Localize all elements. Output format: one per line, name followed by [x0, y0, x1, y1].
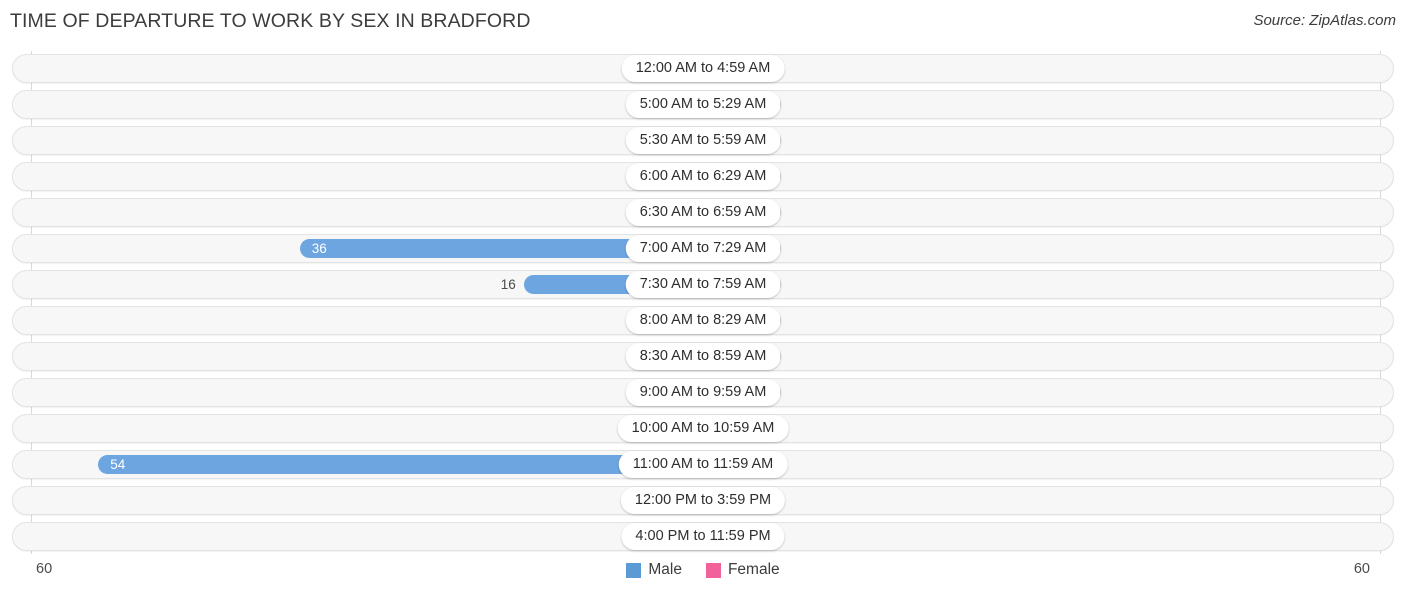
chart-row: 009:00 AM to 9:59 AM	[0, 375, 1406, 411]
chart-row: 006:00 AM to 6:29 AM	[0, 159, 1406, 195]
category-label-pill: 10:00 AM to 10:59 AM	[617, 415, 789, 442]
chart-row: 004:00 PM to 11:59 PM	[0, 519, 1406, 555]
chart-row: 005:00 AM to 5:29 AM	[0, 87, 1406, 123]
category-label-pill: 8:30 AM to 8:59 AM	[625, 343, 781, 370]
category-label-pill: 5:30 AM to 5:59 AM	[625, 127, 781, 154]
bar-value-male: 36	[311, 241, 327, 256]
category-label-pill: 12:00 PM to 3:59 PM	[620, 487, 786, 514]
category-label-pill: 6:30 AM to 6:59 AM	[625, 199, 781, 226]
bar-value-male: 16	[500, 277, 516, 292]
chart-row: 3607:00 AM to 7:29 AM	[0, 231, 1406, 267]
chart-row: 006:30 AM to 6:59 AM	[0, 195, 1406, 231]
legend-swatch-icon	[705, 562, 721, 578]
legend-label: Male	[648, 561, 682, 578]
category-label-pill: 7:00 AM to 7:29 AM	[625, 235, 781, 262]
category-label-pill: 5:00 AM to 5:29 AM	[625, 91, 781, 118]
chart-footer: 60 60 Male Female	[0, 554, 1406, 595]
chart-row: 0012:00 PM to 3:59 PM	[0, 483, 1406, 519]
category-label-pill: 11:00 AM to 11:59 AM	[618, 451, 788, 478]
category-label-pill: 7:30 AM to 7:59 AM	[625, 271, 781, 298]
chart-plot-area: 0012:00 AM to 4:59 AM005:00 AM to 5:29 A…	[0, 51, 1406, 554]
category-label-pill: 4:00 PM to 11:59 PM	[621, 523, 785, 550]
bar-male[interactable]	[98, 455, 703, 474]
chart-row: 0012:00 AM to 4:59 AM	[0, 51, 1406, 87]
category-label-pill: 12:00 AM to 4:59 AM	[621, 55, 785, 82]
category-label-pill: 8:00 AM to 8:29 AM	[625, 307, 781, 334]
category-label-pill: 6:00 AM to 6:29 AM	[625, 163, 781, 190]
chart-row: 54011:00 AM to 11:59 AM	[0, 447, 1406, 483]
chart-header: TIME OF DEPARTURE TO WORK BY SEX IN BRAD…	[0, 0, 1406, 47]
chart-row: 005:30 AM to 5:59 AM	[0, 123, 1406, 159]
category-label-pill: 9:00 AM to 9:59 AM	[625, 379, 781, 406]
chart-legend: Male Female	[0, 561, 1406, 579]
chart-row: 0010:00 AM to 10:59 AM	[0, 411, 1406, 447]
legend-item-male[interactable]: Male	[626, 561, 682, 579]
page-title: TIME OF DEPARTURE TO WORK BY SEX IN BRAD…	[10, 10, 531, 32]
legend-swatch-icon	[626, 562, 642, 578]
legend-label: Female	[727, 561, 780, 578]
source-attribution: Source: ZipAtlas.com	[1253, 12, 1396, 29]
bar-value-male: 54	[110, 457, 126, 472]
legend-item-female[interactable]: Female	[705, 561, 780, 579]
chart-row: 1607:30 AM to 7:59 AM	[0, 267, 1406, 303]
chart-row: 008:00 AM to 8:29 AM	[0, 303, 1406, 339]
chart-row: 008:30 AM to 8:59 AM	[0, 339, 1406, 375]
